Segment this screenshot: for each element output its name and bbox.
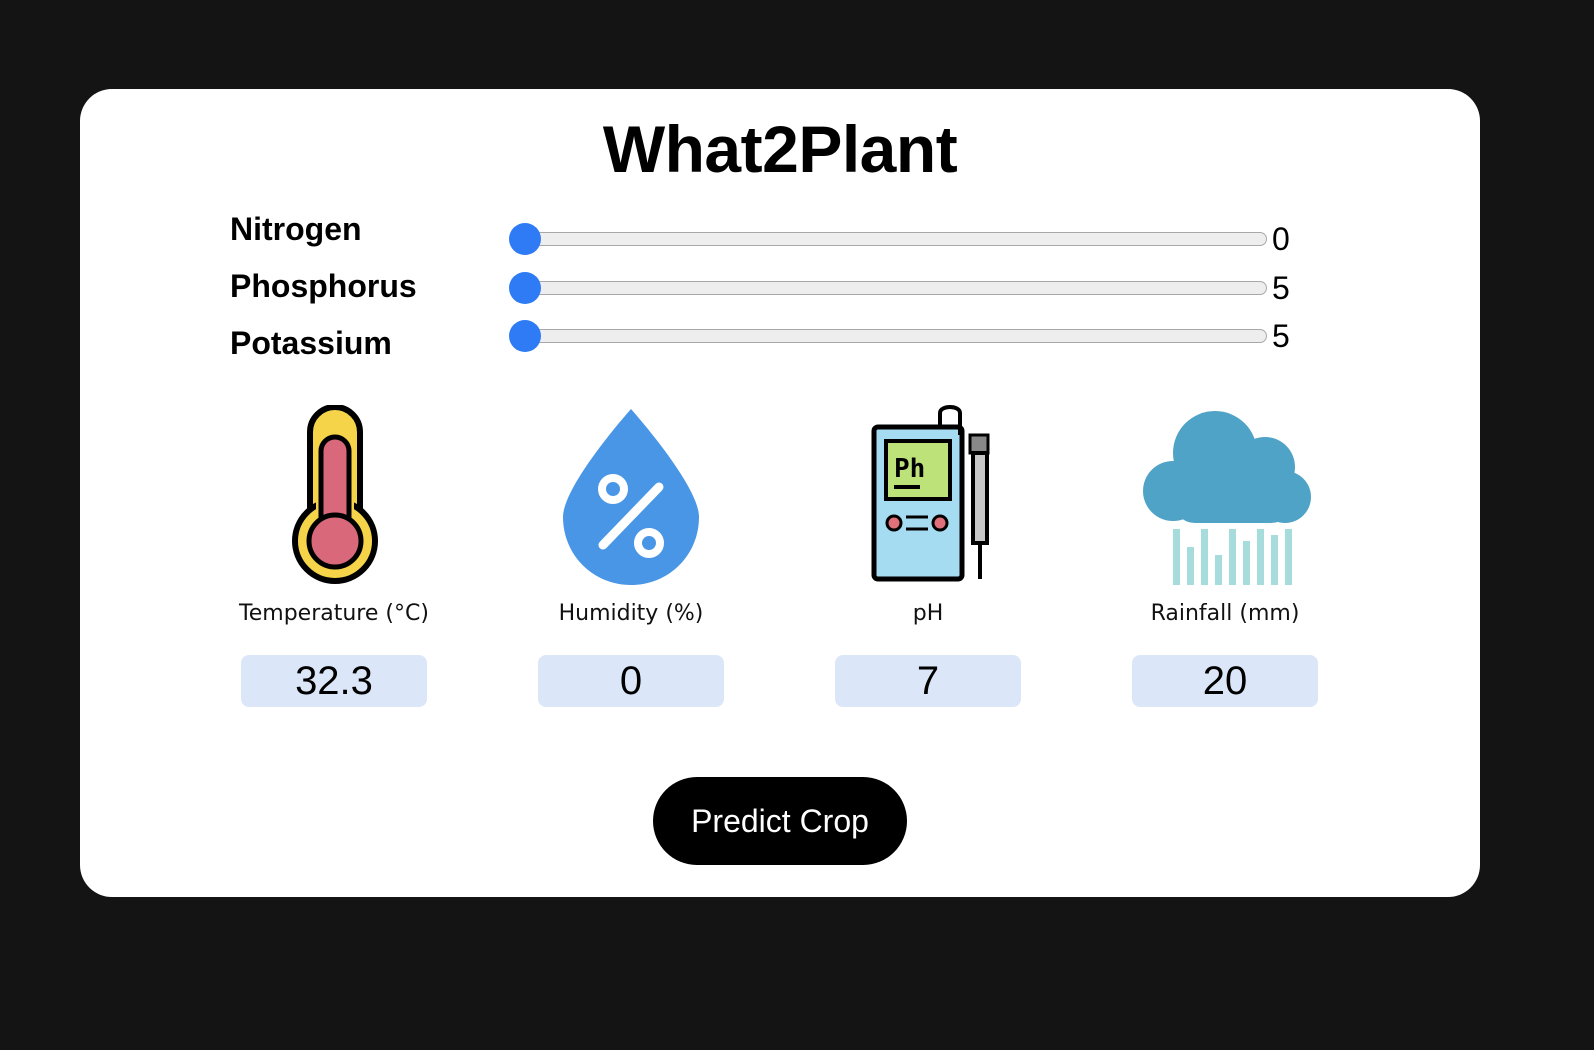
metric-temperature: Temperature (°C) 32.3	[214, 405, 454, 805]
humidity-drop-icon	[563, 409, 699, 585]
phosphorus-value: 5	[1272, 270, 1290, 306]
metric-rainfall: Rainfall (mm) 20	[1105, 405, 1345, 805]
rain-cloud-icon	[1143, 411, 1311, 585]
slider-row-phosphorus: Phosphorus 5	[80, 268, 1480, 318]
temperature-label: Temperature (°C)	[239, 601, 429, 626]
temperature-input[interactable]: 32.3	[241, 655, 427, 707]
nitrogen-label: Nitrogen	[230, 211, 362, 247]
page-title: What2Plant	[602, 112, 958, 186]
rainfall-label: Rainfall (mm)	[1150, 601, 1300, 626]
metric-humidity: Humidity (%) 0	[511, 405, 751, 805]
svg-text:Ph: Ph	[894, 454, 925, 484]
nitrogen-value: 0	[1272, 221, 1290, 257]
potassium-value: 5	[1272, 318, 1290, 354]
ph-label: pH	[912, 601, 944, 626]
main-card: What2Plant Nitrogen 0 Phosphorus 5 Potas…	[80, 89, 1480, 897]
potassium-slider-thumb[interactable]	[509, 320, 541, 352]
phosphorus-label: Phosphorus	[230, 268, 417, 304]
potassium-slider-track[interactable]	[511, 329, 1267, 343]
phosphorus-slider-thumb[interactable]	[509, 272, 541, 304]
rainfall-input[interactable]: 20	[1132, 655, 1318, 707]
metric-ph: Ph pH 7	[808, 405, 1048, 805]
humidity-input[interactable]: 0	[538, 655, 724, 707]
ph-input[interactable]: 7	[835, 655, 1021, 707]
nitrogen-slider-track[interactable]	[511, 232, 1267, 246]
humidity-label: Humidity (%)	[558, 601, 704, 626]
slider-row-potassium: Potassium 5	[80, 318, 1480, 375]
phosphorus-slider-track[interactable]	[511, 281, 1267, 295]
potassium-label: Potassium	[230, 325, 392, 361]
slider-row-nitrogen: Nitrogen 0	[80, 211, 1480, 261]
predict-crop-button[interactable]: Predict Crop	[653, 777, 907, 865]
thermometer-icon	[292, 405, 378, 584]
ph-meter-icon: Ph	[871, 405, 990, 582]
nitrogen-slider-thumb[interactable]	[509, 223, 541, 255]
